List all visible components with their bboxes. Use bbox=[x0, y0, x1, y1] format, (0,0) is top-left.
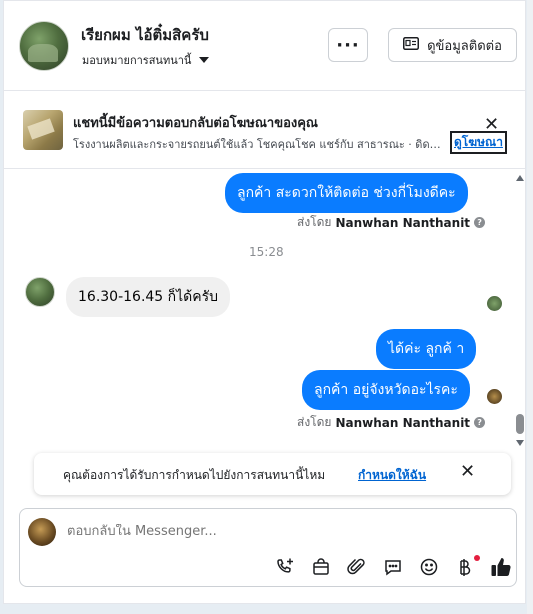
scroll-up-arrow-icon[interactable] bbox=[516, 175, 524, 181]
assign-to-me-link[interactable]: กำหนดให้ฉัน bbox=[358, 466, 426, 485]
close-icon[interactable]: ✕ bbox=[460, 462, 475, 482]
contact-avatar[interactable] bbox=[19, 21, 69, 71]
assign-label: มอบหมายการสนทนานี้ bbox=[82, 54, 192, 67]
sender-name: Nanwhan Nanthanit bbox=[335, 215, 471, 230]
reply-input[interactable] bbox=[67, 524, 367, 539]
message-timestamp: 15:28 bbox=[249, 245, 284, 259]
info-icon[interactable]: ? bbox=[474, 417, 486, 428]
page-avatar bbox=[28, 518, 56, 546]
assign-notification-text: คุณต้องการได้รับการกำหนดไปยังการสนทนานี้… bbox=[63, 468, 326, 482]
scroll-thumb[interactable] bbox=[516, 414, 524, 434]
ad-thumbnail bbox=[23, 110, 63, 150]
page-scrollbar[interactable] bbox=[527, 0, 533, 614]
message-bubble-outgoing[interactable]: ลูกค้า อยู่จังหวัดอะไรคะ bbox=[302, 370, 470, 410]
ad-reply-banner: แชทนี้มีข้อความตอบกลับต่อโฆษณาของคุณ โรง… bbox=[4, 92, 525, 169]
assign-notification: คุณต้องการได้รับการกำหนดไปยังการสนทนานี้… bbox=[34, 453, 511, 495]
message-thread[interactable]: ลูกค้า สะดวกให้ติดต่อ ช่วงกี่โมงดีคะ ส่ง… bbox=[4, 170, 525, 455]
paperclip-icon[interactable] bbox=[339, 555, 375, 579]
message-composer bbox=[19, 508, 517, 587]
scroll-down-arrow-icon[interactable] bbox=[516, 440, 524, 446]
shopping-bag-icon[interactable] bbox=[303, 555, 339, 579]
view-ad-link[interactable]: ดูโฆษณา bbox=[450, 131, 507, 154]
thumbs-up-icon[interactable] bbox=[483, 555, 519, 579]
view-contact-label: ดูข้อมูลติดต่อ bbox=[427, 38, 502, 54]
seen-receipt-avatar bbox=[487, 389, 502, 404]
message-bubble-incoming[interactable]: 16.30-16.45 ก็ได้ครับ bbox=[66, 277, 231, 317]
info-icon[interactable]: ? bbox=[474, 217, 486, 228]
seen-receipt-avatar bbox=[487, 296, 502, 311]
more-icon: ··· bbox=[336, 34, 360, 56]
message-scrollbar[interactable] bbox=[514, 170, 525, 455]
sent-by-prefix: ส่งโดย bbox=[297, 415, 332, 429]
composer-toolbar bbox=[267, 555, 519, 579]
call-add-icon[interactable] bbox=[267, 555, 303, 579]
ad-banner-title: แชทนี้มีข้อความตอบกลับต่อโฆษณาของคุณ bbox=[73, 116, 318, 131]
chat-panel: เรียกผม ไอ้ติ๋มสิครับ มอบหมายการสนทนานี้… bbox=[3, 0, 526, 604]
sender-name: Nanwhan Nanthanit bbox=[335, 415, 471, 430]
chevron-down-icon bbox=[199, 57, 210, 63]
assign-dropdown[interactable]: มอบหมายการสนทนานี้ bbox=[82, 51, 210, 69]
chat-bubble-icon[interactable] bbox=[375, 555, 411, 579]
contact-name[interactable]: เรียกผม ไอ้ติ๋มสิครับ bbox=[81, 23, 209, 47]
more-options-button[interactable]: ··· bbox=[328, 28, 368, 62]
view-contact-button[interactable]: ดูข้อมูลติดต่อ bbox=[388, 28, 517, 62]
notification-dot bbox=[474, 555, 480, 561]
emoji-icon[interactable] bbox=[411, 555, 447, 579]
sent-by-prefix: ส่งโดย bbox=[297, 215, 332, 229]
sent-by-label: ส่งโดย Nanwhan Nanthanit ? bbox=[297, 213, 486, 232]
message-bubble-outgoing[interactable]: ลูกค้า สะดวกให้ติดต่อ ช่วงกี่โมงดีคะ bbox=[225, 173, 468, 213]
sent-by-label: ส่งโดย Nanwhan Nanthanit ? bbox=[297, 413, 486, 432]
message-bubble-outgoing[interactable]: ได้ค่ะ ลูกค้ า bbox=[376, 329, 477, 369]
ad-banner-subtitle: โรงงานผลิตและกระจายรถยนต์ใช้แล้ว โชคคุณโ… bbox=[73, 138, 445, 151]
chat-header: เรียกผม ไอ้ติ๋มสิครับ มอบหมายการสนทนานี้… bbox=[4, 1, 525, 91]
baht-icon[interactable] bbox=[447, 555, 483, 579]
contact-avatar-small bbox=[25, 277, 55, 307]
contact-card-icon bbox=[403, 36, 420, 54]
